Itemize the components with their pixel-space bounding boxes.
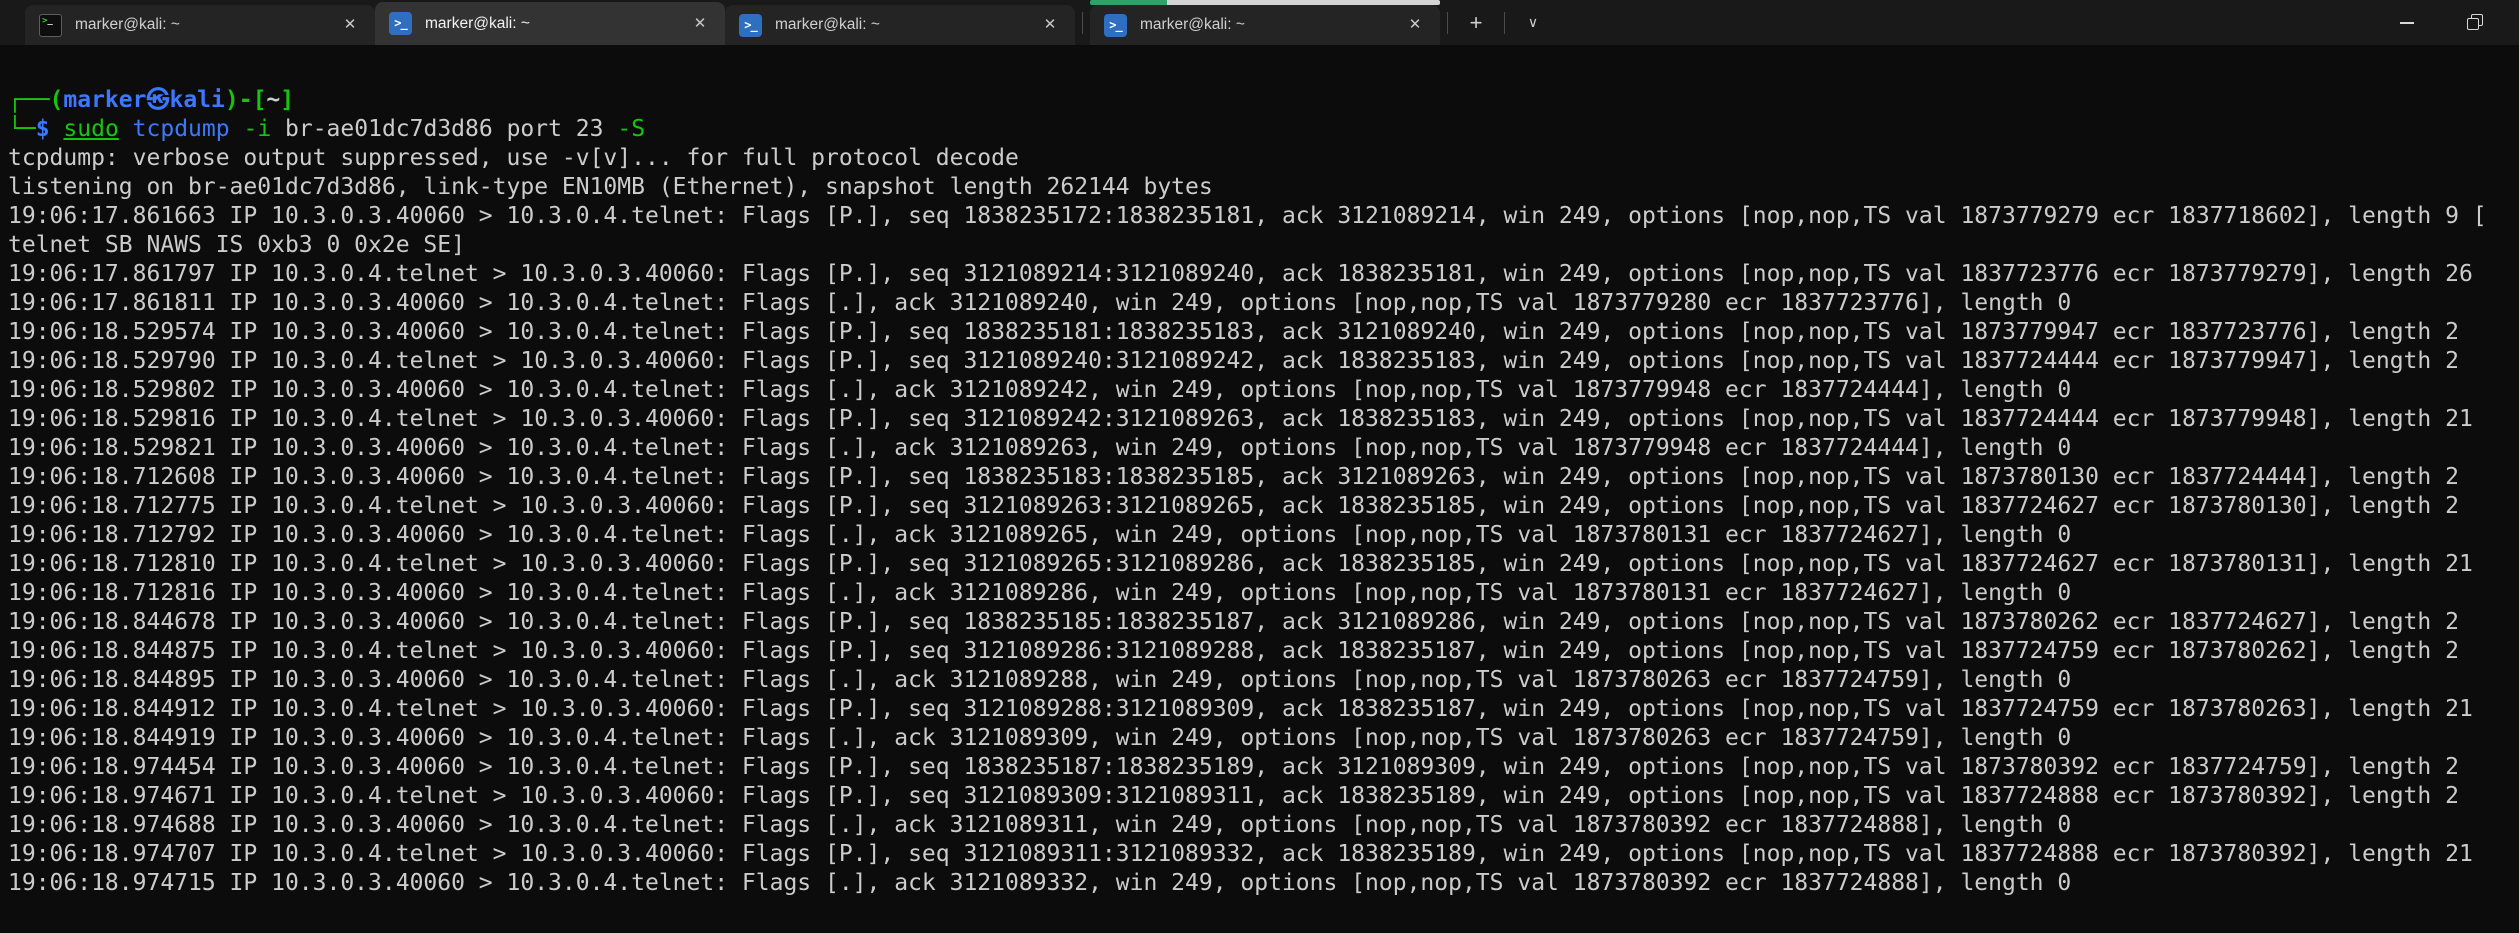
tab-separator [1082,12,1083,34]
new-tab-button[interactable]: + [1455,6,1497,40]
output-line: listening on br-ae01dc7d3d86, link-type … [8,173,2519,202]
output-line: 19:06:17.861663 IP 10.3.0.3.40060 > 10.3… [8,202,2519,231]
close-button[interactable]: ✕ [2509,0,2519,45]
terminal-tab[interactable]: >_ marker@kali: ~ ✕ [725,5,1075,45]
terminal-output: tcpdump: verbose output suppressed, use … [8,144,2519,898]
output-line: 19:06:18.844919 IP 10.3.0.3.40060 > 10.3… [8,724,2519,753]
output-line: 19:06:18.974454 IP 10.3.0.3.40060 > 10.3… [8,753,2519,782]
output-line: 19:06:18.974715 IP 10.3.0.3.40060 > 10.3… [8,869,2519,898]
output-line: 19:06:18.974688 IP 10.3.0.3.40060 > 10.3… [8,811,2519,840]
tab-close-button[interactable]: ✕ [1033,11,1067,39]
powershell-icon: >_ [1104,14,1127,37]
output-line: 19:06:18.844875 IP 10.3.0.4.telnet > 10.… [8,637,2519,666]
restore-button[interactable] [2441,0,2509,45]
terminal-tab[interactable]: >_ marker@kali: ~ ✕ [1090,5,1440,45]
output-line: telnet SB NAWS IS 0xb3 0 0x2e SE] [8,231,2519,260]
output-line: 19:06:18.712608 IP 10.3.0.3.40060 > 10.3… [8,463,2519,492]
output-line: 19:06:18.529574 IP 10.3.0.3.40060 > 10.3… [8,318,2519,347]
powershell-icon: >_ [739,14,762,37]
tab-progress-indicator [1090,0,1440,5]
output-line: 19:06:18.712792 IP 10.3.0.3.40060 > 10.3… [8,521,2519,550]
tab-strip: >_ marker@kali: ~ ✕ >_ marker@kali: ~ ✕ … [0,0,1440,45]
output-line: 19:06:17.861797 IP 10.3.0.4.telnet > 10.… [8,260,2519,289]
output-line: 19:06:18.844678 IP 10.3.0.3.40060 > 10.3… [8,608,2519,637]
tab-dropdown-button[interactable]: ∨ [1512,6,1554,40]
output-line: 19:06:18.712775 IP 10.3.0.4.telnet > 10.… [8,492,2519,521]
output-line: 19:06:18.529816 IP 10.3.0.4.telnet > 10.… [8,405,2519,434]
minimize-button[interactable] [2373,0,2441,45]
output-line: 19:06:18.529802 IP 10.3.0.3.40060 > 10.3… [8,376,2519,405]
tab-close-button[interactable]: ✕ [1398,11,1432,39]
tab-title: marker@kali: ~ [425,15,683,33]
linux-terminal-icon: >_ [39,14,62,37]
output-line: 19:06:18.974707 IP 10.3.0.4.telnet > 10.… [8,840,2519,869]
output-line: 19:06:18.712816 IP 10.3.0.3.40060 > 10.3… [8,579,2519,608]
minimize-icon [2400,22,2414,24]
tab-title: marker@kali: ~ [775,16,1033,34]
tab-close-button[interactable]: ✕ [683,10,717,38]
title-bar: >_ marker@kali: ~ ✕ >_ marker@kali: ~ ✕ … [0,0,2519,45]
terminal-viewport[interactable]: ┌──(marker㉿kali)-[~] └─$ sudo tcpdump -i… [0,45,2519,933]
terminal-tab[interactable]: >_ marker@kali: ~ ✕ [25,5,375,45]
output-line: 19:06:18.844912 IP 10.3.0.4.telnet > 10.… [8,695,2519,724]
toolbar-separator [1447,12,1448,34]
output-line: 19:06:18.844895 IP 10.3.0.3.40060 > 10.3… [8,666,2519,695]
restore-icon [2467,14,2484,31]
prompt-command-line: └─$ sudo tcpdump -i br-ae01dc7d3d86 port… [8,115,2519,144]
powershell-icon: >_ [389,12,412,35]
output-line: 19:06:18.712810 IP 10.3.0.4.telnet > 10.… [8,550,2519,579]
output-line: 19:06:18.529790 IP 10.3.0.4.telnet > 10.… [8,347,2519,376]
prompt-line-1: ┌──(marker㉿kali)-[~] [8,86,2519,115]
output-line: 19:06:17.861811 IP 10.3.0.3.40060 > 10.3… [8,289,2519,318]
toolbar-separator [1504,12,1505,34]
chevron-down-icon: ∨ [1528,14,1538,31]
terminal-tab[interactable]: >_ marker@kali: ~ ✕ [375,2,725,45]
output-line: tcpdump: verbose output suppressed, use … [8,144,2519,173]
window-controls: ✕ [2373,0,2519,45]
plus-icon: + [1470,10,1483,36]
tab-close-button[interactable]: ✕ [333,11,367,39]
output-line: 19:06:18.529821 IP 10.3.0.3.40060 > 10.3… [8,434,2519,463]
tab-title: marker@kali: ~ [1140,16,1398,34]
tab-title: marker@kali: ~ [75,16,333,34]
output-line: 19:06:18.974671 IP 10.3.0.4.telnet > 10.… [8,782,2519,811]
